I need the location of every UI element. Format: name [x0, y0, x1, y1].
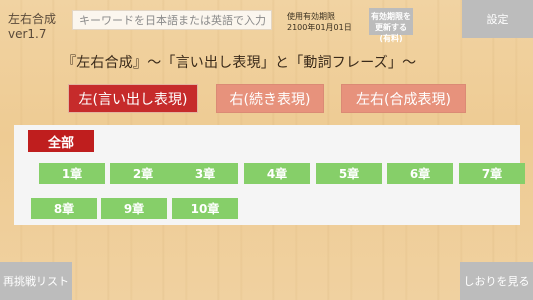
chapter-2-button[interactable]: 2章 [110, 163, 176, 184]
app-version: ver1.7 [8, 27, 47, 41]
chapter-7-button[interactable]: 7章 [459, 163, 525, 184]
renew-label-1: 有効期限を [371, 12, 411, 21]
chapter-6-button[interactable]: 6章 [387, 163, 453, 184]
all-chapters-button[interactable]: 全部 [28, 130, 94, 152]
retry-list-button[interactable]: 再挑戦リスト [0, 262, 72, 300]
chapter-8-button[interactable]: 8章 [31, 198, 97, 219]
page-subtitle: 『左右合成』～「言い出し表現」と「動詞フレーズ」～ [62, 55, 417, 71]
settings-button[interactable]: 設定 [462, 0, 533, 38]
mode-left-button[interactable]: 左(言い出し表現) [68, 84, 198, 113]
chapter-10-button[interactable]: 10章 [172, 198, 238, 219]
expiry-label: 使用有効期限 [287, 12, 335, 21]
app-name: 左右合成 [8, 12, 57, 26]
expiry-date: 2100年01月01日 [287, 23, 352, 32]
renew-button[interactable]: 有効期限を 更新する(有料) [369, 8, 413, 43]
chapter-9-button[interactable]: 9章 [101, 198, 167, 219]
search-input[interactable]: キーワードを日本語または英語で入力 [72, 10, 272, 30]
expiry-info: 使用有効期限 2100年01月01日 [287, 11, 352, 33]
bookmark-button[interactable]: しおりを見る [460, 262, 533, 300]
chapter-panel: 全部 1章 2章 3章 4章 5章 6章 7章 8章 9章 10章 [14, 125, 525, 225]
renew-label-2: 更新する(有料) [375, 23, 407, 43]
chapter-5-button[interactable]: 5章 [316, 163, 382, 184]
app-title: 左右合成 ver1.7 [8, 12, 56, 42]
mode-right-button[interactable]: 右(続き表現) [216, 84, 324, 113]
mode-both-button[interactable]: 左右(合成表現) [341, 84, 466, 113]
chapter-4-button[interactable]: 4章 [244, 163, 310, 184]
chapter-1-button[interactable]: 1章 [39, 163, 105, 184]
chapter-3-button[interactable]: 3章 [172, 163, 238, 184]
